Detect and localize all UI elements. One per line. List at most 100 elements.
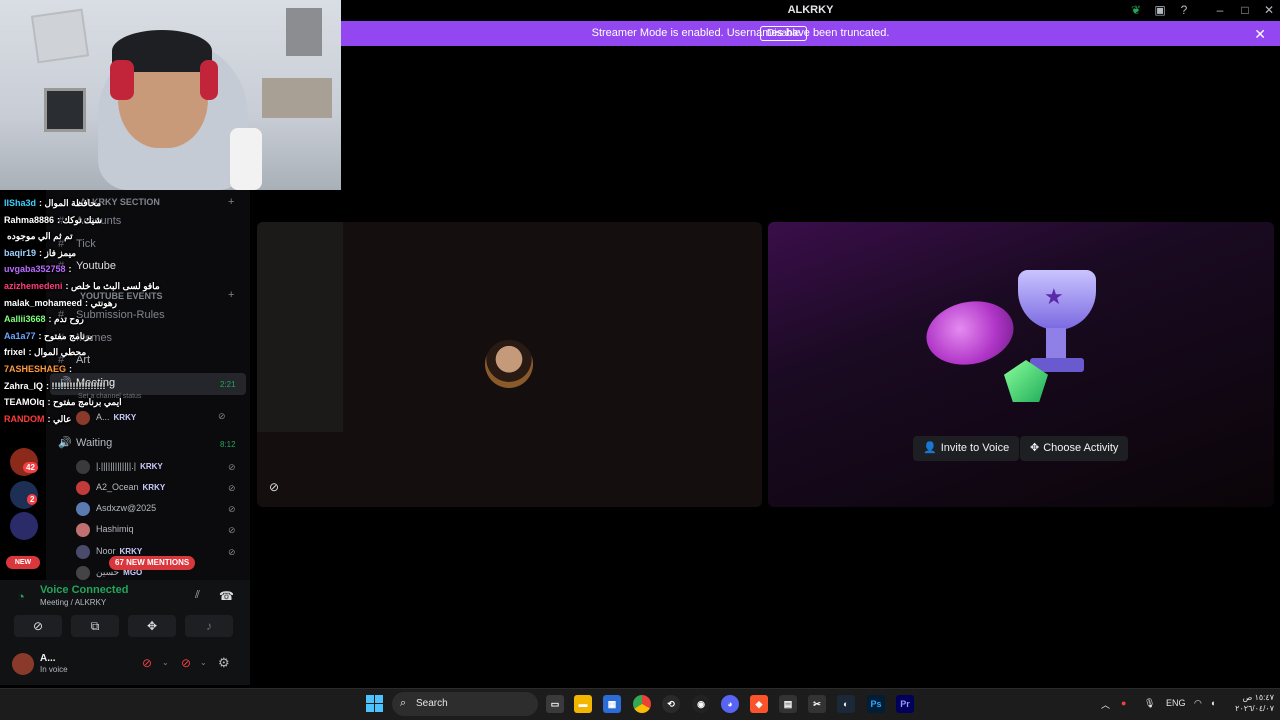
discord-icon[interactable]: ◕ [721, 695, 739, 713]
chat-message: : مافو لسى البث ما خلص [65, 281, 160, 291]
steelseries-icon[interactable]: ◉ [692, 695, 710, 713]
speaker-icon: 🔊 [58, 437, 72, 449]
mic-muted-icon[interactable]: ⊘ [142, 656, 152, 670]
activity-button[interactable]: ✥ [128, 615, 176, 637]
chat-message: : ايمي برنامج مفتوح [47, 397, 122, 408]
chrome-icon[interactable] [633, 695, 651, 713]
mic-off-icon: ⊘ [228, 462, 236, 472]
user-name[interactable]: A... [40, 653, 56, 664]
voice-tile-left[interactable]: ⊘ [257, 222, 762, 507]
disconnect-icon[interactable]: ☎ [219, 589, 234, 603]
app-icon[interactable]: ▤ [779, 695, 797, 713]
chat-message: : روح تدم [48, 314, 84, 325]
chat-username: baqir19 [4, 247, 37, 258]
banner-text: Streamer Mode is enabled. Usernames have… [591, 27, 890, 39]
leaf-icon[interactable]: ❦ [1129, 3, 1143, 17]
chevron-up-icon[interactable]: ︿ [1101, 698, 1110, 711]
voice-connected-status[interactable]: Voice Connected [40, 584, 128, 596]
voice-user[interactable]: Asdxzw@2025 [76, 499, 156, 517]
chat-line: RANDOM: عالي [4, 412, 71, 426]
chat-message: : !!!!!!!!!!!!!!!!!! [46, 380, 106, 391]
capcut-icon[interactable]: ✂ [808, 695, 826, 713]
settings-gear-icon[interactable]: ⚙ [218, 655, 230, 671]
shelf-award [286, 8, 322, 56]
inbox-icon[interactable]: ▣ [1153, 3, 1167, 17]
chat-line: malak_mohameed: رهونتي [4, 296, 117, 310]
mic-off-icon: ⊘ [228, 525, 236, 535]
title-bar: ALKRKY ❦ ▣ ? – □ ✕ [341, 0, 1280, 21]
server-icon[interactable] [10, 512, 38, 540]
voice-user[interactable]: A2_Ocean KRKY [76, 478, 165, 496]
chat-message: : شيك توكك [57, 214, 102, 225]
invite-to-voice-button[interactable]: 👤 Invite to Voice [913, 436, 1020, 461]
avatar[interactable] [12, 653, 34, 675]
date: ٢٠٢٦/٠٤/٠٧ [1235, 704, 1274, 713]
chat-username: Zahra_IQ [4, 380, 44, 391]
chat-line: Aa1a77: برنامج مفتوح [4, 329, 92, 343]
tile-shadow [257, 222, 343, 432]
screen-share-button[interactable]: ⧉ [71, 615, 119, 637]
language-indicator[interactable]: ENG [1166, 698, 1186, 708]
close-icon[interactable]: ✕ [1254, 26, 1266, 43]
file-explorer-icon[interactable]: ▬ [574, 695, 592, 713]
chat-line: 7ASHESHAEG: [4, 362, 72, 376]
chat-message: : برنامج مفتوح [38, 330, 93, 341]
stream-chat-overlay: IISha3d: محافظة الموال Rahma8886: شيك توك… [0, 196, 250, 432]
chat-username: RANDOM [4, 413, 45, 424]
tray-app-icon[interactable]: ● [1121, 698, 1126, 708]
headphone-left [110, 60, 134, 100]
chat-line: baqir19: ميمز فاز [4, 246, 76, 260]
chat-message: : محافظة الموال [39, 198, 102, 208]
chat-message: تم ثم الي موجوده [7, 231, 73, 242]
premiere-icon[interactable]: Pr [896, 695, 914, 713]
chat-line: تم ثم الي موجوده [4, 229, 73, 243]
activity-icon: ✥ [1030, 442, 1040, 454]
signal-icon[interactable]: ◔ [17, 589, 25, 604]
chat-username: uvgaba352758 [4, 264, 66, 275]
webcam-overlay [0, 0, 341, 190]
brave-icon[interactable]: ◆ [750, 695, 768, 713]
noise-suppression-icon[interactable]: ⫽ [195, 589, 200, 602]
chat-username: Aallii3668 [4, 314, 46, 325]
store-icon[interactable]: ▦ [603, 695, 621, 713]
mic-off-icon: ⊘ [228, 547, 236, 557]
maximize-icon[interactable]: □ [1238, 3, 1252, 17]
help-icon[interactable]: ? [1177, 3, 1191, 17]
add-user-icon: 👤 [923, 442, 937, 454]
wifi-icon[interactable]: ◠ [1194, 698, 1202, 709]
voice-user[interactable]: |.|||||||||||||.| KRKY [76, 457, 163, 475]
chat-message: : عالي [47, 413, 72, 424]
app-icon[interactable]: ⟲ [662, 695, 680, 713]
new-mentions-pill[interactable]: 67 NEW MENTIONS [109, 556, 196, 570]
chevron-down-icon[interactable]: ⌄ [162, 658, 169, 667]
soundboard-button[interactable]: ♪ [185, 615, 233, 637]
activity-tile: ★ [768, 222, 1274, 507]
disable-streamer-button[interactable]: Disable [760, 26, 808, 41]
clock[interactable]: ١٥:٤٧ ص ٢٠٢٦/٠٤/٠٧ [1230, 692, 1274, 714]
chat-line: TEAMOIq: ايمي برنامج مفتوح [4, 395, 122, 409]
mic-icon[interactable]: 🎙 [1144, 698, 1155, 709]
photoshop-icon[interactable]: Ps [867, 695, 885, 713]
chat-message: : [68, 264, 72, 275]
minimize-icon[interactable]: – [1213, 3, 1227, 17]
windows-start-icon[interactable] [366, 695, 384, 713]
choose-activity-button[interactable]: ✥ Choose Activity [1020, 436, 1129, 461]
chat-username: frixel [4, 347, 26, 358]
volume-icon[interactable]: ◖ [1210, 698, 1215, 708]
voice-user[interactable]: Hashimiq [76, 520, 134, 538]
steam-icon[interactable]: ◐ [837, 695, 855, 713]
task-view-icon[interactable]: ▭ [546, 695, 564, 713]
user-status: In voice [40, 665, 68, 674]
chat-line: Aallii3668: روح تدم [4, 312, 84, 326]
deafen-icon[interactable]: ⊘ [181, 656, 191, 670]
mic-off-icon: ⊘ [228, 504, 236, 514]
chevron-down-icon[interactable]: ⌄ [200, 658, 207, 667]
chat-username: IISha3d [4, 198, 37, 208]
camera-off-button[interactable]: ⊘ [14, 615, 62, 637]
chat-username: TEAMOIq [4, 397, 45, 408]
voice-location[interactable]: Meeting / ALKRKY [40, 598, 106, 607]
taskbar-search[interactable]: Search [392, 692, 538, 716]
avatar [485, 340, 533, 388]
close-window-icon[interactable]: ✕ [1262, 3, 1276, 17]
new-pill[interactable]: NEW [6, 556, 40, 569]
